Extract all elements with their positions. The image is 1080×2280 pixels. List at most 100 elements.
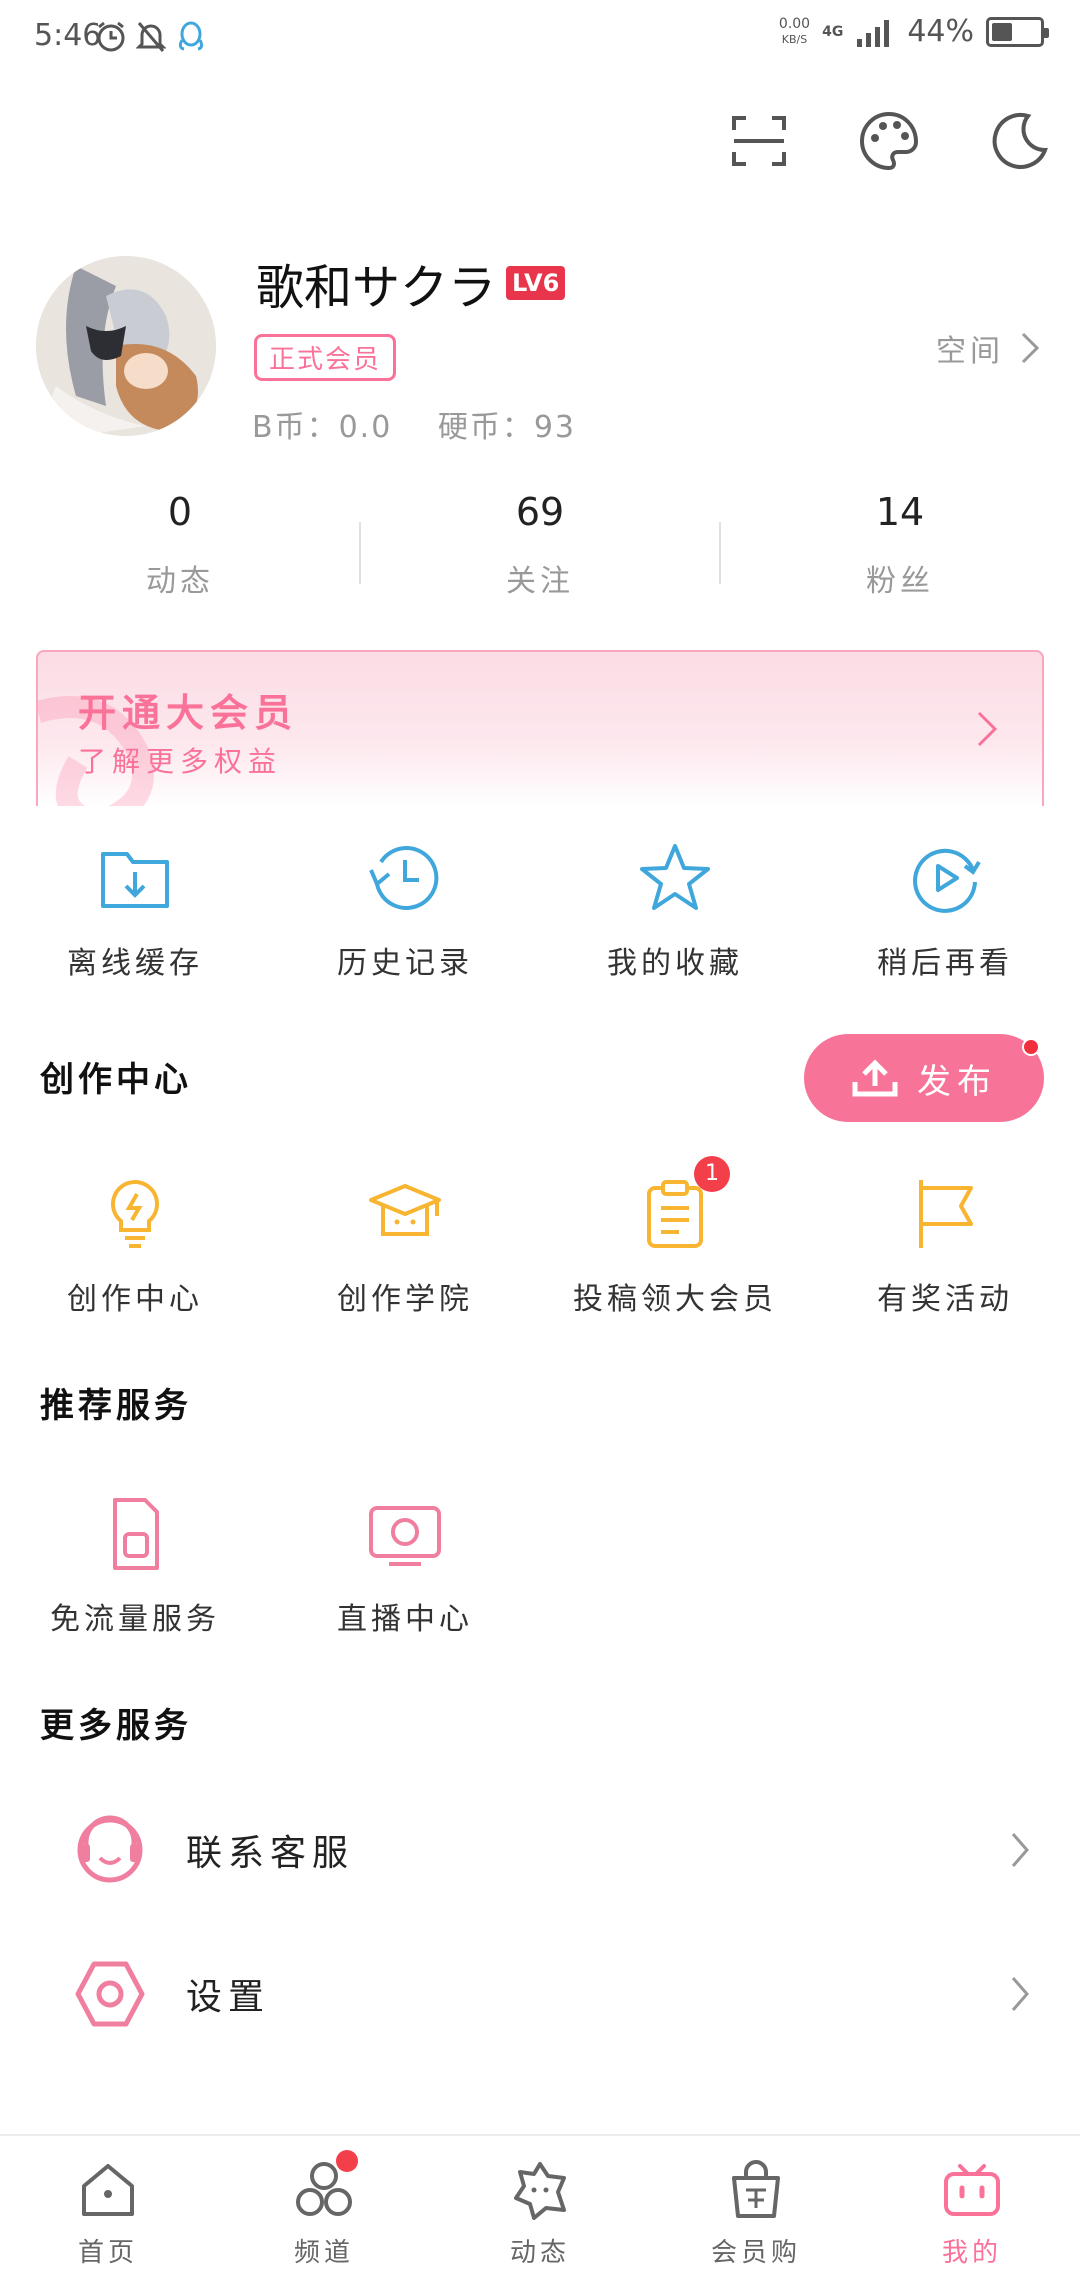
status-time: 5:46: [34, 18, 102, 53]
quick-action-label: 我的收藏: [607, 946, 743, 981]
stat-label: 粉丝: [866, 564, 934, 599]
nav-mine[interactable]: 我的: [864, 2136, 1080, 2280]
quick-action-label: 离线缓存: [67, 946, 203, 981]
service-label: 设置: [186, 1977, 271, 2018]
stat-following[interactable]: 69 关注: [360, 490, 720, 620]
signal-icon: [857, 19, 890, 47]
username: 歌和サクラ: [256, 260, 497, 316]
offline-cache-button[interactable]: 离线缓存: [0, 840, 270, 982]
creation-item-label: 投稿领大会员: [573, 1282, 777, 1317]
space-link[interactable]: 空间: [936, 326, 1040, 370]
publish-label: 发布: [917, 1061, 997, 1102]
battery-percent: 44%: [907, 14, 974, 49]
lightbulb-icon: [110, 1179, 160, 1248]
palette-icon[interactable]: [858, 110, 920, 172]
stat-label: 动态: [146, 564, 214, 599]
chevron-right-icon: [1011, 1977, 1029, 2011]
creation-section-title: 创作中心: [40, 1060, 192, 1100]
vip-banner[interactable]: 开通大会员 了解更多权益: [36, 650, 1044, 806]
quick-actions: 离线缓存 历史记录 我的收藏 稍后再看: [0, 840, 1080, 982]
live-tv-icon: [369, 1506, 441, 1566]
battery-icon: [986, 16, 1049, 47]
contact-support-row[interactable]: 联系客服: [0, 1790, 1080, 1910]
stat-value: 14: [875, 490, 925, 534]
status-bar: 5:46 0.00 KB/S 4G 44%: [0, 0, 1080, 80]
shopping-bag-icon: [732, 2160, 780, 2218]
chevron-right-icon: [1011, 1833, 1029, 1867]
graduation-cap-icon: [369, 1184, 441, 1236]
star-icon: [640, 844, 710, 910]
history-button[interactable]: 历史记录: [270, 840, 540, 982]
top-actions: [728, 110, 1050, 172]
scan-icon[interactable]: [728, 110, 790, 172]
recommended-section-title: 推荐服务: [40, 1386, 192, 1426]
bottom-nav: 首页 频道 动态 会员购 我的: [0, 2134, 1080, 2280]
stat-value: 0: [167, 490, 193, 534]
recommended-grid: 免流量服务 直播中心: [0, 1496, 1080, 1638]
upload-icon: [852, 1059, 898, 1097]
tv-mine-icon: [944, 2164, 1000, 2216]
stat-dynamics[interactable]: 0 动态: [0, 490, 360, 620]
recommended-item-label: 免流量服务: [50, 1602, 220, 1637]
night-mode-icon[interactable]: [988, 110, 1050, 172]
nav-dynamic[interactable]: 动态: [432, 2136, 648, 2280]
live-center-button[interactable]: 直播中心: [270, 1496, 540, 1638]
count-badge: 1: [694, 1156, 730, 1192]
stat-value: 69: [515, 490, 565, 534]
member-tag: 正式会员: [254, 334, 397, 381]
download-folder-icon: [101, 852, 169, 908]
stat-fans[interactable]: 14 粉丝: [720, 490, 1080, 620]
watch-later-icon: [913, 848, 981, 913]
vip-subtitle: 了解更多权益: [78, 745, 283, 778]
settings-row[interactable]: 设置: [0, 1934, 1080, 2054]
watch-later-button[interactable]: 稍后再看: [810, 840, 1080, 982]
avatar[interactable]: [36, 256, 216, 436]
notification-dot: [1022, 1038, 1040, 1056]
nav-channel[interactable]: 频道: [216, 2136, 432, 2280]
creation-academy-button[interactable]: 创作学院: [270, 1176, 540, 1318]
free-data-service-button[interactable]: 免流量服务: [0, 1496, 270, 1638]
recommended-item-label: 直播中心: [337, 1602, 473, 1637]
network-speed: 0.00 KB/S: [778, 15, 811, 46]
bell-muted-icon: [136, 22, 166, 52]
username-row: 歌和サクラ LV6: [256, 248, 566, 318]
nav-label: 动态: [509, 2238, 570, 2268]
home-icon: [82, 2164, 134, 2216]
level-badge: LV6: [506, 266, 566, 300]
network-type: 4G: [822, 23, 844, 40]
bcoin-balance: B币：0.0: [252, 410, 393, 445]
vip-title: 开通大会员: [78, 691, 299, 735]
nav-home[interactable]: 首页: [0, 2136, 216, 2280]
publish-button[interactable]: 发布: [804, 1034, 1044, 1122]
settings-hexagon-icon: [75, 1961, 145, 2027]
headset-icon: [77, 1815, 143, 1883]
favorites-button[interactable]: 我的收藏: [540, 840, 810, 982]
nav-shop[interactable]: 会员购: [648, 2136, 864, 2280]
dynamic-icon: [514, 2162, 566, 2220]
space-label: 空间: [936, 334, 1004, 369]
sim-card-icon: [113, 1498, 159, 1570]
prize-events-button[interactable]: 有奖活动: [810, 1176, 1080, 1318]
coin-balance: 硬币：93: [437, 410, 577, 445]
stat-label: 关注: [506, 564, 574, 599]
history-clock-icon: [369, 846, 439, 910]
flag-icon: [919, 1180, 973, 1248]
nav-label: 我的: [941, 2238, 1002, 2268]
nav-label: 会员购: [710, 2238, 801, 2268]
coin-info: B币：0.0 硬币：93: [252, 402, 610, 446]
service-label: 联系客服: [186, 1833, 355, 1874]
alarm-icon: [97, 21, 125, 52]
stats-row: 0 动态 69 关注 14 粉丝: [0, 490, 1080, 620]
chevron-right-icon: [977, 711, 998, 747]
chevron-right-icon: [1021, 332, 1040, 364]
quick-action-label: 稍后再看: [877, 946, 1013, 981]
more-section-title: 更多服务: [40, 1706, 192, 1746]
quick-action-label: 历史记录: [337, 946, 473, 981]
creation-item-label: 创作中心: [67, 1282, 203, 1317]
creation-item-label: 有奖活动: [877, 1282, 1013, 1317]
notification-dot: [336, 2150, 358, 2172]
creation-grid: 创作中心 创作学院 1 投稿领大会员 有奖活动: [0, 1156, 1080, 1318]
submit-for-vip-button[interactable]: 1 投稿领大会员: [540, 1156, 810, 1318]
creation-center-button[interactable]: 创作中心: [0, 1176, 270, 1318]
creation-item-label: 创作学院: [337, 1282, 473, 1317]
